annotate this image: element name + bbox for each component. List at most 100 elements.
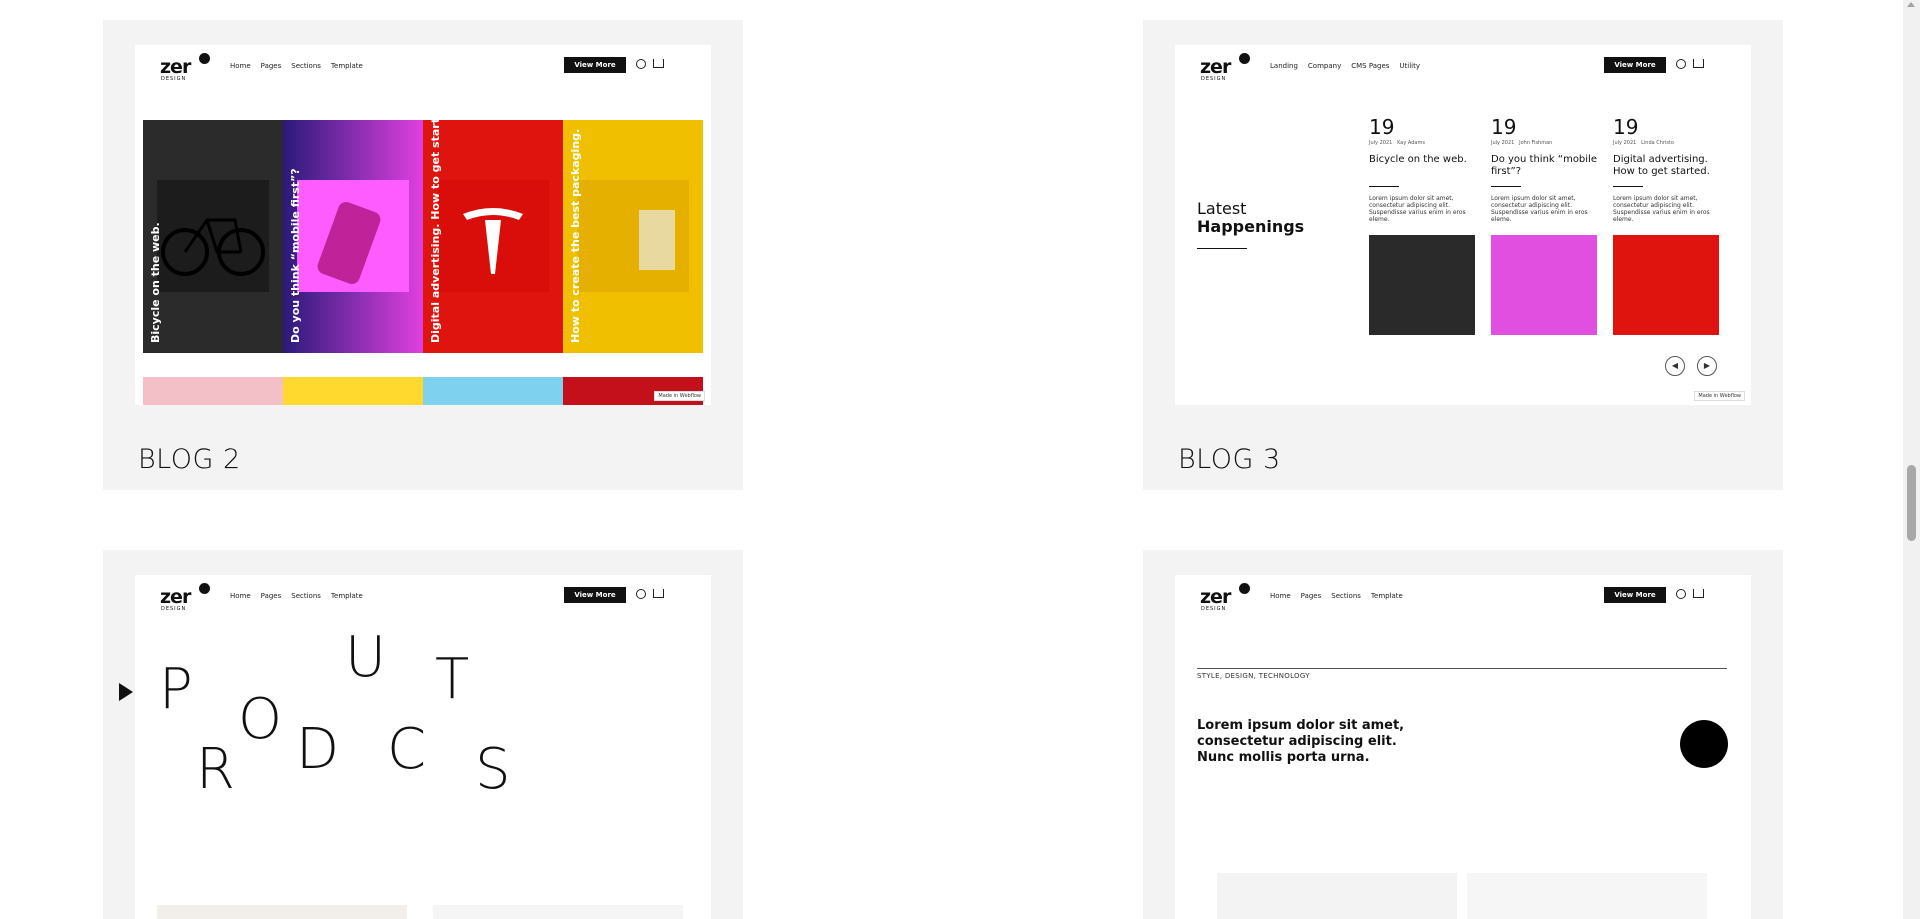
logo-dot: [199, 583, 210, 594]
nav-link-utility: Utility: [1399, 62, 1421, 70]
logo-sub: DESIGN: [1201, 76, 1227, 82]
divider: [1197, 668, 1727, 669]
heading-line-1: Latest: [1197, 199, 1247, 218]
logo: zer DESIGN: [1200, 53, 1252, 83]
logo-sub: DESIGN: [161, 606, 187, 612]
hero-letter: C: [387, 717, 427, 782]
logo-dot: [1239, 53, 1250, 64]
post-day: 19: [1613, 115, 1639, 139]
nav-link-home: Home: [230, 592, 251, 600]
phone-image: [297, 180, 409, 292]
nav-link-template: Template: [330, 592, 363, 600]
template-preview: zer DESIGN Home Pages Sections Template …: [135, 575, 711, 919]
nav-link-template: Template: [330, 62, 363, 70]
post-image: [1467, 873, 1707, 919]
view-more-button: View More: [1604, 57, 1666, 73]
card-title: BLOG 3: [1178, 444, 1281, 475]
image-strip: [143, 377, 283, 405]
tesla-image: [437, 180, 549, 292]
logo-word: zer: [160, 586, 191, 608]
blog-tile: Digital advertising. How to get started.: [423, 120, 563, 353]
nav-link-cms-pages: CMS Pages: [1351, 62, 1390, 70]
hero-letter: P: [159, 657, 193, 722]
page-content: zer DESIGN Home Pages Sections Template …: [0, 0, 1903, 919]
logo-sub: DESIGN: [161, 76, 187, 82]
blog-tile: Bicycle on the web.: [143, 120, 283, 353]
search-icon: [636, 59, 646, 69]
hero-letter: U: [345, 625, 386, 690]
scroll-up-icon[interactable]: [1907, 2, 1915, 7]
search-icon: [636, 589, 646, 599]
logo-word: zer: [1200, 56, 1231, 78]
heading-line-2: Happenings: [1197, 217, 1305, 236]
template-card-blog-2[interactable]: zer DESIGN Home Pages Sections Template …: [103, 20, 743, 490]
post-card: 19 July 2021 Kay Adams Bicycle on the we…: [1369, 115, 1477, 335]
post-image: [1491, 235, 1597, 335]
post-date: July 2021: [1613, 140, 1637, 146]
tile-title: Digital advertising. How to get started.: [429, 120, 442, 343]
template-card-blog-3[interactable]: zer DESIGN Landing Company CMS Pages Uti…: [1143, 20, 1783, 490]
hero-letter: R: [196, 737, 235, 802]
template-preview: zer DESIGN Home Pages Sections Template …: [135, 45, 711, 405]
cart-icon: [1693, 59, 1704, 68]
tile-title: How to create the best packaging.: [569, 128, 582, 343]
section-heading: Latest Happenings: [1197, 200, 1304, 236]
logo: zer DESIGN: [160, 583, 212, 613]
made-in-webflow-badge: Made in Webflow: [654, 391, 705, 401]
blog-tile: Do you think “mobile first”?: [283, 120, 423, 353]
hero-letter: O: [238, 687, 283, 752]
search-icon: [1676, 59, 1686, 69]
product-image: [157, 905, 407, 919]
tile-title: Bicycle on the web.: [149, 222, 162, 343]
post-author: Kay Adams: [1397, 140, 1425, 146]
made-in-webflow-badge: Made in Webflow: [1694, 391, 1745, 401]
post-excerpt: Lorem ipsum dolor sit amet, consectetur …: [1491, 195, 1588, 223]
nav-link-pages: Pages: [260, 592, 282, 600]
divider: [1491, 186, 1521, 187]
post-image: [1613, 235, 1719, 335]
scrollbar-thumb[interactable]: [1907, 465, 1916, 541]
post-image: [1369, 235, 1475, 335]
template-preview: zer DESIGN Landing Company CMS Pages Uti…: [1175, 45, 1751, 405]
logo-word: zer: [1200, 586, 1231, 608]
post-card: 19 July 2021 Linda Christo Digital adver…: [1613, 115, 1721, 335]
template-card-blog-5[interactable]: zer DESIGN Home Pages Sections Template …: [1143, 550, 1783, 919]
post-author: John Fishman: [1519, 140, 1553, 146]
post-date: July 2021: [1491, 140, 1515, 146]
card-title: BLOG 2: [138, 444, 241, 475]
post-card: 19 July 2021 John Fishman Do you think “…: [1491, 115, 1599, 335]
nav-link-sections: Sections: [1331, 592, 1361, 600]
mouse-cursor-icon: [119, 683, 133, 701]
logo-sub: DESIGN: [1201, 606, 1227, 612]
post-excerpt: Lorem ipsum dolor sit amet, consectetur …: [1613, 195, 1710, 223]
logo-dot: [199, 53, 210, 64]
logo-dot: [1239, 583, 1250, 594]
logo: zer DESIGN: [1200, 583, 1252, 613]
image-strip: [283, 377, 423, 405]
preview-navbar: zer DESIGN Home Pages Sections Template …: [160, 583, 686, 613]
nav-link-template: Template: [1370, 592, 1403, 600]
tile-title: Do you think “mobile first”?: [289, 168, 302, 343]
nav-link-sections: Sections: [291, 62, 321, 70]
circle-graphic: [1680, 720, 1728, 768]
view-more-button: View More: [564, 587, 626, 603]
template-preview: zer DESIGN Home Pages Sections Template …: [1175, 575, 1751, 919]
logo: zer DESIGN: [160, 53, 212, 83]
tesla-logo-icon: [463, 208, 523, 274]
view-more-button: View More: [1604, 587, 1666, 603]
nav-link-home: Home: [1270, 592, 1291, 600]
template-card-products[interactable]: zer DESIGN Home Pages Sections Template …: [103, 550, 743, 919]
post-image: [1217, 873, 1457, 919]
cart-icon: [653, 589, 664, 598]
cart-icon: [1693, 589, 1704, 598]
post-title: Digital advertising. How to get started.: [1613, 154, 1710, 177]
post-title: Bicycle on the web.: [1369, 154, 1467, 165]
nav-link-company: Company: [1307, 62, 1342, 70]
page-scrollbar[interactable]: [1903, 0, 1920, 919]
view-more-button: View More: [564, 57, 626, 73]
prev-arrow-icon: ◀: [1665, 356, 1685, 376]
divider: [1613, 186, 1643, 187]
nav-link-pages: Pages: [260, 62, 282, 70]
hero-letter: T: [435, 647, 470, 712]
next-arrow-icon: ▶: [1697, 356, 1717, 376]
